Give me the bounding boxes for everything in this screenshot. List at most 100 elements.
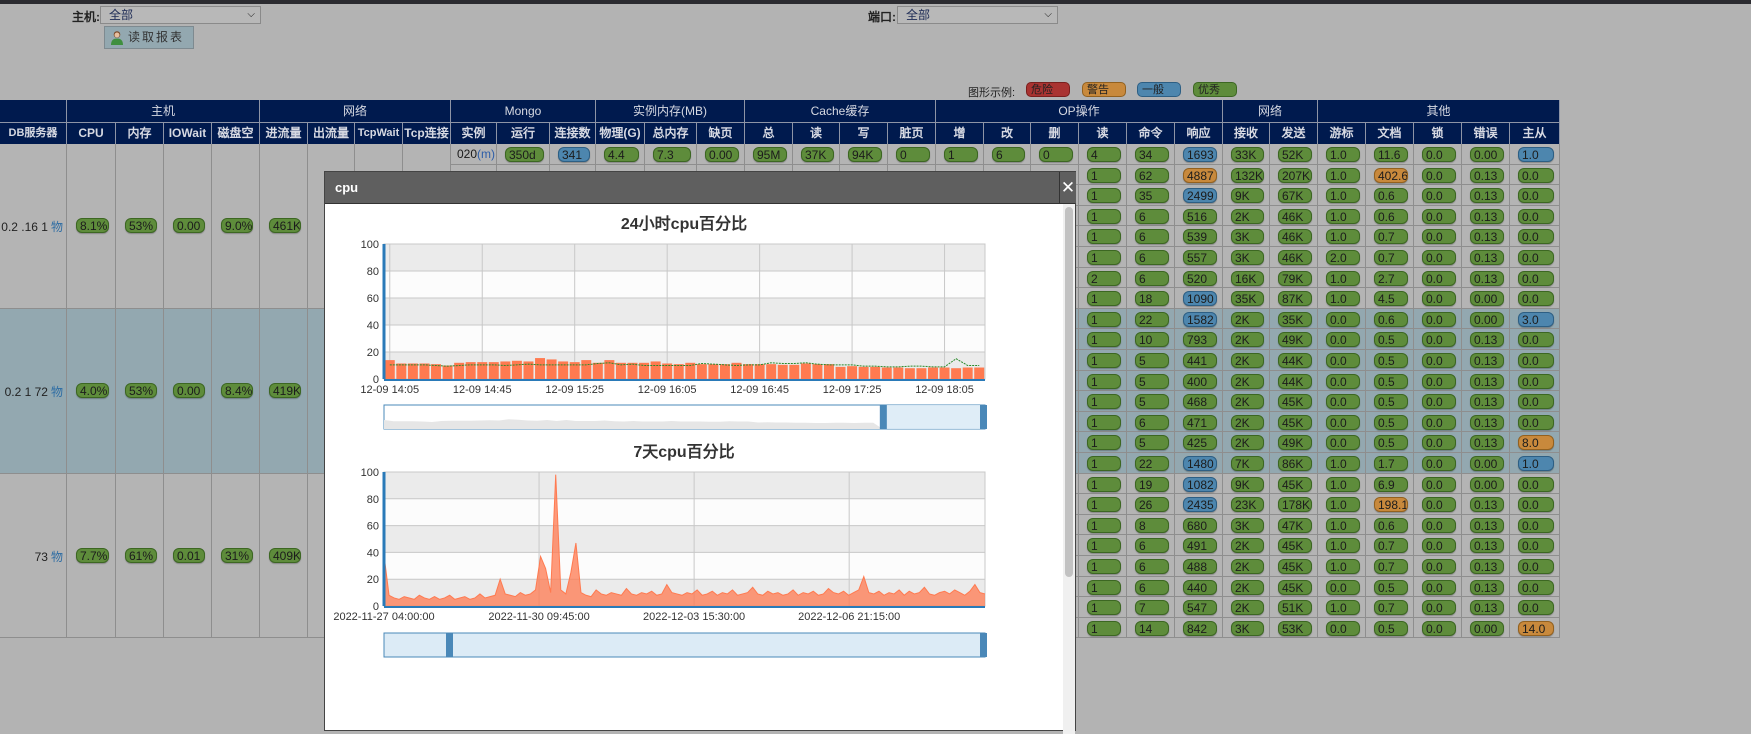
metric-badge[interactable]: 95M [753, 147, 787, 162]
metric-badge[interactable]: 6 [1135, 270, 1169, 286]
metric-badge[interactable]: 0.13 [1470, 497, 1504, 513]
metric-badge[interactable]: 3K [1231, 250, 1264, 265]
metric-badge[interactable]: 1 [1087, 291, 1121, 307]
metric-badge[interactable]: 2.7 [1374, 270, 1408, 286]
metric-badge[interactable]: 1480 [1183, 456, 1217, 471]
metric-badge[interactable]: 5 [1135, 435, 1169, 451]
metric-badge[interactable]: 9K [1231, 476, 1264, 492]
metric-badge[interactable]: 0 [896, 147, 930, 162]
server-detail-link[interactable]: 物 [51, 220, 63, 234]
metric-badge[interactable]: 0.00 [1470, 147, 1504, 162]
metric-badge-cpu[interactable]: 4.0% [76, 383, 109, 399]
metric-badge[interactable]: 0.7 [1374, 229, 1408, 245]
metric-badge[interactable]: 0.0 [1518, 270, 1554, 286]
metric-badge[interactable]: 0.13 [1470, 394, 1504, 410]
metric-badge[interactable]: 1 [1087, 476, 1121, 492]
metric-badge[interactable]: 1082 [1183, 476, 1217, 492]
metric-badge[interactable]: 402.6 [1374, 167, 1408, 183]
metric-badge[interactable]: 94K [848, 147, 882, 162]
metric-badge[interactable]: 10 [1135, 332, 1169, 348]
metric-badge-iowait[interactable]: 0.01 [173, 548, 205, 563]
metric-badge[interactable]: 0.0 [1422, 497, 1456, 513]
metric-badge[interactable]: 53K [1278, 620, 1312, 636]
metric-badge[interactable]: 350d [505, 147, 544, 162]
metric-badge[interactable]: 0.6 [1374, 208, 1408, 224]
metric-badge[interactable]: 0.0 [1422, 188, 1456, 204]
metric-badge[interactable]: 26 [1135, 497, 1169, 513]
metric-badge-mem[interactable]: 53% [125, 383, 157, 399]
metric-badge[interactable]: 0.5 [1374, 435, 1408, 451]
metric-badge[interactable]: 468 [1183, 394, 1217, 410]
metric-badge[interactable]: 488 [1183, 559, 1217, 574]
metric-badge[interactable]: 0.0 [1326, 414, 1360, 430]
metric-badge[interactable]: 4887 [1183, 167, 1217, 183]
server-detail-link[interactable]: 物 [51, 550, 63, 564]
column-header[interactable]: 运行 [497, 123, 550, 144]
metric-badge[interactable]: 7K [1231, 456, 1264, 471]
metric-badge[interactable]: 1.0 [1518, 147, 1554, 162]
metric-badge[interactable]: 0.0 [1518, 600, 1554, 616]
metric-badge[interactable]: 35 [1135, 188, 1169, 204]
metric-badge[interactable]: 0.0 [1518, 167, 1554, 183]
metric-badge[interactable]: 0.5 [1374, 353, 1408, 368]
column-header[interactable]: 文档 [1366, 123, 1414, 144]
metric-badge[interactable]: 5 [1135, 353, 1169, 368]
metric-badge[interactable]: 0.0 [1422, 250, 1456, 265]
metric-badge[interactable]: 0.13 [1470, 229, 1504, 245]
metric-badge[interactable]: 6.9 [1374, 476, 1408, 492]
metric-badge[interactable]: 0.0 [1422, 600, 1456, 616]
metric-badge[interactable]: 1.0 [1326, 147, 1360, 162]
metric-badge[interactable]: 62 [1135, 167, 1169, 183]
metric-badge[interactable]: 37K [801, 147, 834, 162]
metric-badge[interactable]: 23K [1231, 497, 1264, 513]
metric-badge[interactable]: 0.13 [1470, 250, 1504, 265]
metric-badge[interactable]: 0.13 [1470, 600, 1504, 616]
metric-badge[interactable]: 0.00 [1470, 476, 1504, 492]
metric-badge[interactable]: 441 [1183, 353, 1217, 368]
metric-badge[interactable]: 1 [944, 147, 978, 162]
metric-badge[interactable]: 0.13 [1470, 373, 1504, 389]
metric-badge[interactable]: 400 [1183, 373, 1217, 389]
metric-badge[interactable]: 0.0 [1422, 579, 1456, 595]
metric-badge[interactable]: 1 [1087, 332, 1121, 348]
metric-badge[interactable]: 2499 [1183, 188, 1217, 204]
metric-badge[interactable]: 4.5 [1374, 291, 1408, 307]
metric-badge[interactable]: 0.6 [1374, 517, 1408, 533]
metric-badge[interactable]: 1.0 [1326, 208, 1360, 224]
metric-badge[interactable]: 0.0 [1422, 476, 1456, 492]
metric-badge[interactable]: 2K [1231, 559, 1264, 574]
metric-badge-disk[interactable]: 9.0% [221, 218, 253, 234]
metric-badge[interactable]: 0.0 [1422, 538, 1456, 554]
metric-badge[interactable]: 3K [1231, 620, 1264, 636]
metric-badge[interactable]: 132K [1231, 167, 1264, 183]
metric-badge[interactable]: 0.0 [1422, 167, 1456, 183]
metric-badge[interactable]: 6 [1135, 414, 1169, 430]
column-header[interactable]: 主从 [1510, 123, 1560, 144]
metric-badge[interactable]: 22 [1135, 311, 1169, 327]
metric-badge[interactable]: 1.0 [1326, 167, 1360, 183]
metric-badge[interactable]: 0.00 [1470, 456, 1504, 471]
metric-badge[interactable]: 0.0 [1518, 188, 1554, 204]
metric-badge[interactable]: 0.0 [1422, 291, 1456, 307]
metric-badge[interactable]: 1.0 [1326, 497, 1360, 513]
metric-badge[interactable]: 0.0 [1518, 579, 1554, 595]
metric-badge[interactable]: 0.0 [1518, 291, 1554, 307]
metric-badge[interactable]: 0.0 [1422, 456, 1456, 471]
metric-badge[interactable]: 1.0 [1326, 188, 1360, 204]
metric-badge[interactable]: 46K [1278, 250, 1312, 265]
metric-badge[interactable]: 0.6 [1374, 188, 1408, 204]
metric-badge[interactable]: 1 [1087, 414, 1121, 430]
metric-badge[interactable]: 520 [1183, 270, 1217, 286]
metric-badge[interactable]: 6 [1135, 559, 1169, 574]
metric-badge[interactable]: 491 [1183, 538, 1217, 554]
metric-badge[interactable]: 0.0 [1518, 414, 1554, 430]
metric-badge[interactable]: 0.0 [1518, 353, 1554, 368]
column-header[interactable]: 缺页 [697, 123, 745, 144]
column-header[interactable]: 写 [840, 123, 888, 144]
metric-badge[interactable]: 198.1 [1374, 497, 1408, 513]
metric-badge[interactable]: 6 [1135, 229, 1169, 245]
metric-badge[interactable]: 3K [1231, 229, 1264, 245]
metric-badge[interactable]: 0.0 [1326, 332, 1360, 348]
column-header[interactable]: 磁盘空间 [212, 123, 260, 161]
column-header[interactable]: 锁 [1414, 123, 1462, 144]
